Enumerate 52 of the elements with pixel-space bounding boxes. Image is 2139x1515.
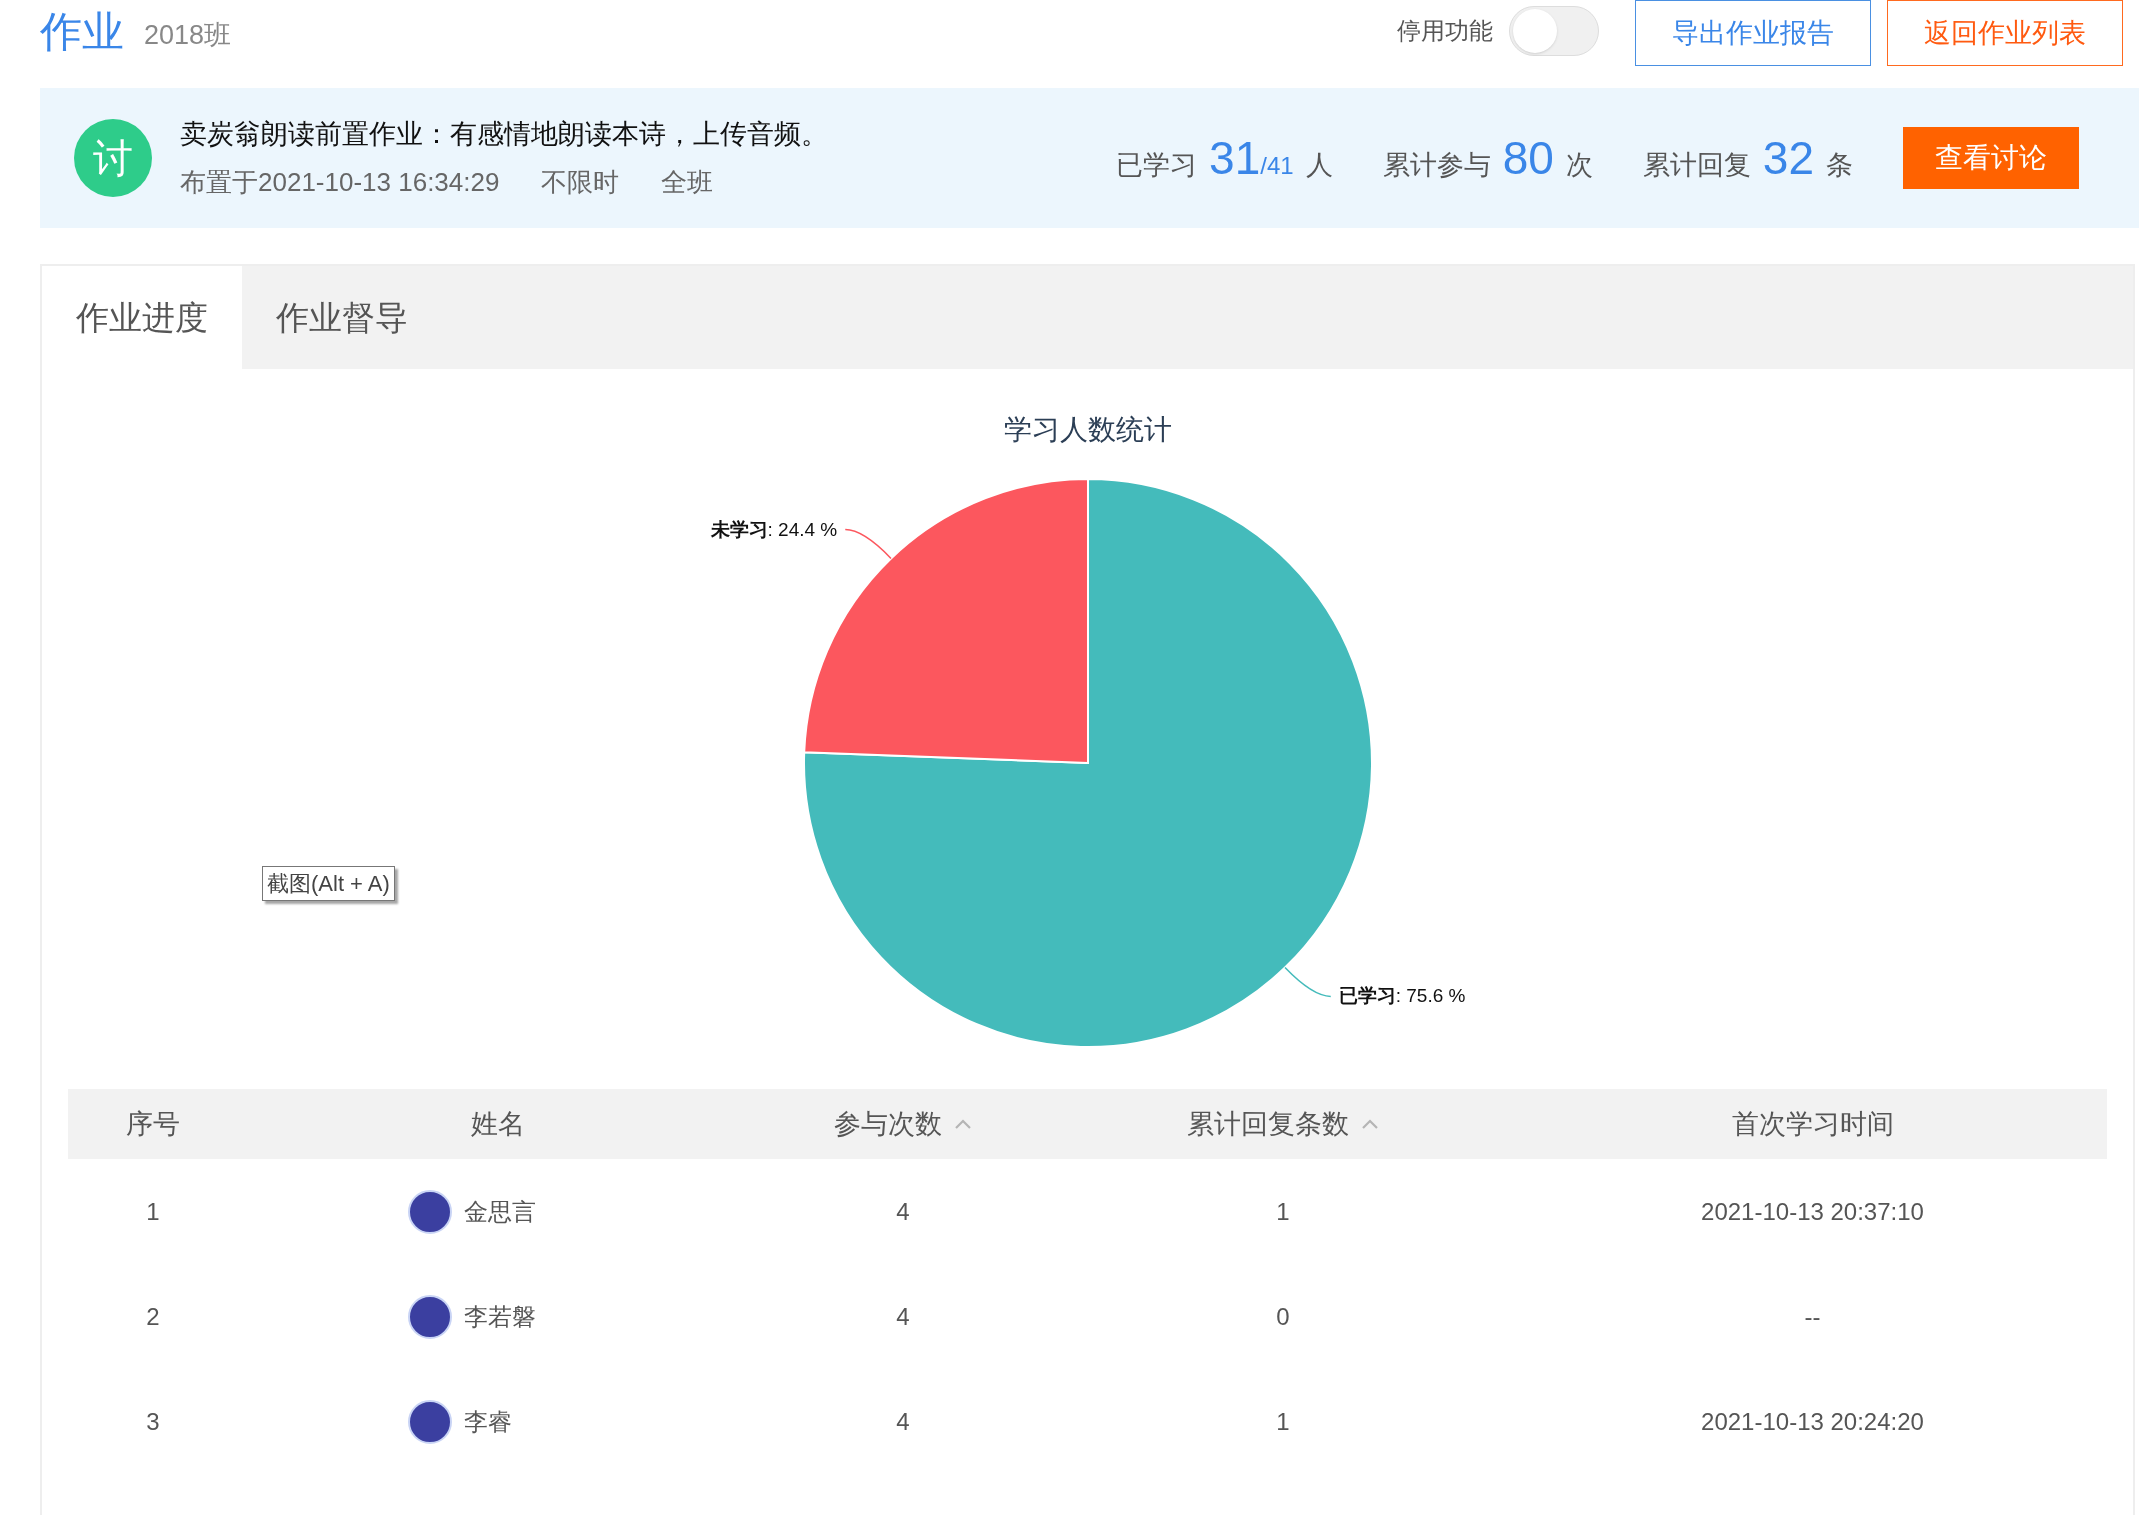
sort-chevron-icon[interactable] [954,1118,972,1130]
table-cell-text: 2021-10-13 20:24:20 [1701,1406,1924,1437]
stat-value: 80 [1502,130,1554,186]
table-cell-text: 1 [1276,1196,1290,1227]
column-header[interactable]: 累计回复条数 [1187,1103,1349,1145]
table-cell-text: 4 [896,1301,910,1332]
page-title: 作业 [40,6,124,57]
table-cell-text: 0 [1276,1301,1290,1332]
screenshot-tooltip: 截图(Alt + A) [262,866,395,901]
stat-unit: 条 [1826,148,1853,182]
column-header: 序号 [126,1107,180,1141]
sort-chevron-icon[interactable] [1361,1118,1379,1130]
table-cell-text: -- [1804,1301,1821,1332]
avatar-icon [408,1189,452,1234]
leader-line [1283,966,1331,998]
tab[interactable]: 作业进度 [42,266,242,369]
toggle-label: 停用功能 [1397,16,1493,46]
pie-label: 已学习: 75.6 % [1338,985,1465,1007]
stat-total: /41 [1260,151,1294,181]
table-cell-text: 1 [1276,1406,1290,1437]
assignment-meta: 布置于2021-10-13 16:34:29 [180,165,500,199]
table-cell-text: 3 [146,1406,160,1437]
stat-unit: 人 [1305,148,1333,182]
stat-unit: 次 [1565,148,1593,182]
avatar-icon [408,1399,452,1444]
class-name: 2018班 [144,18,232,52]
column-header: 姓名 [471,1107,525,1141]
stat-value: 32 [1762,130,1814,186]
pie-label: 未学习: 24.4 % [710,518,837,540]
assignment-meta: 全班 [661,165,714,199]
toggle-switch[interactable] [1509,6,1599,56]
table-cell-text: 李若磐 [464,1301,536,1332]
table-cell-text: 4 [896,1406,910,1437]
stat-value: 31 [1209,130,1261,186]
assignment-meta: 不限时 [541,165,620,199]
stat-label: 已学习 [1116,148,1198,182]
assignment-title: 卖炭翁朗读前置作业：有感情地朗读本诗，上传音频。 [180,118,828,152]
stat-label: 累计回复 [1642,148,1751,182]
table-cell-text: 4 [896,1196,910,1227]
discussion-badge: 讨 [74,119,152,197]
avatar-icon [408,1294,452,1339]
table-cell-text: 金思言 [464,1196,536,1227]
leader-line [844,528,892,560]
chart-title: 学习人数统计 [1003,413,1172,447]
table-cell-text: 2021-10-13 20:37:10 [1701,1196,1924,1227]
table-cell-text: 李睿 [464,1406,512,1437]
stat-label: 累计参与 [1382,148,1491,182]
column-header: 首次学习时间 [1731,1107,1894,1141]
table-cell-text: 2 [146,1301,160,1332]
column-header[interactable]: 参与次数 [834,1103,942,1145]
table-cell-text: 1 [146,1196,160,1227]
header-button[interactable]: 导出作业报告 [1635,0,1871,66]
